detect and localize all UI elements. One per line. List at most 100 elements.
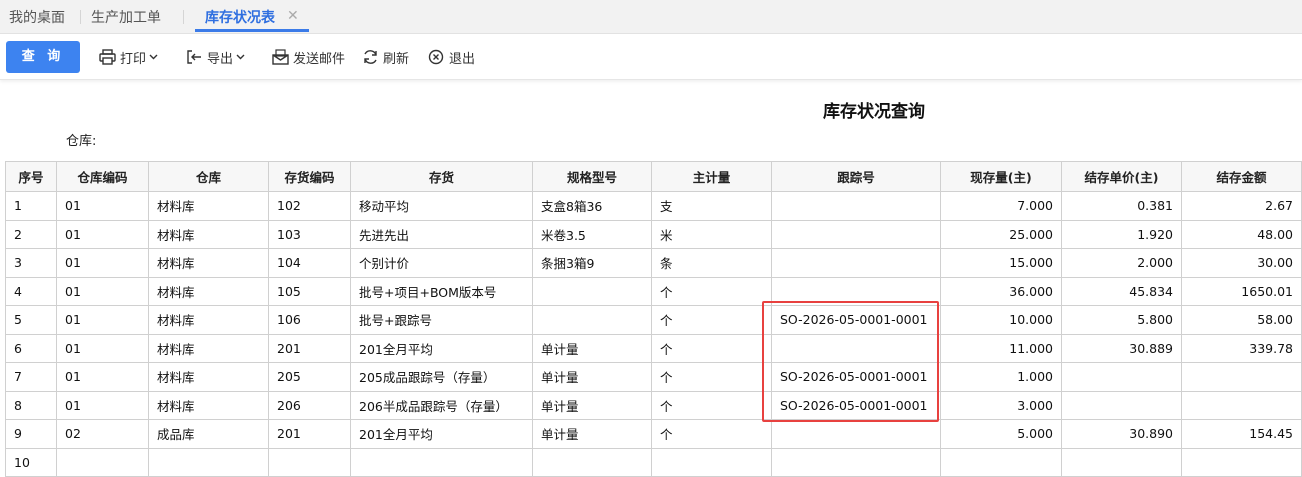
table-cell: 单计量 <box>532 390 652 420</box>
exit-button[interactable]: 退出 <box>428 46 475 68</box>
close-icon[interactable]: ✕ <box>287 8 299 24</box>
table-cell <box>771 248 941 278</box>
table-cell: 材料库 <box>148 248 269 278</box>
table-cell <box>532 305 652 335</box>
column-header[interactable]: 存货编码 <box>268 161 351 192</box>
query-button[interactable]: 查 询 <box>6 41 80 73</box>
table-row[interactable]: 9 02 成品库 201 201全月平均 单计量个 5.000 30.890 154.45 <box>5 419 1302 449</box>
column-header[interactable]: 序号 <box>5 161 57 192</box>
exit-label: 退出 <box>449 51 476 67</box>
refresh-button[interactable]: 刷新 <box>362 46 409 68</box>
print-button[interactable]: 打印 <box>99 46 162 68</box>
table-cell: 205成品跟踪号（存量） <box>350 362 533 392</box>
tab-production-order[interactable]: 生产加工单 <box>91 6 161 30</box>
tab-divider <box>80 10 81 24</box>
table-cell: 01 <box>56 362 149 392</box>
table-row[interactable]: 2 01 材料库 103 先进先出 米卷3.5 米 25.000 1.920 48.00 <box>5 219 1302 249</box>
export-button[interactable]: 导出 <box>186 46 249 68</box>
table-cell: 201全月平均 <box>350 419 533 449</box>
table-cell: 单计量 <box>532 419 652 449</box>
table-cell: 支盒8箱36 <box>532 191 652 221</box>
table-cell: 103 <box>268 219 351 249</box>
table-cell: 7.000 <box>940 191 1062 221</box>
active-tab-indicator <box>195 29 309 32</box>
table-cell: 205 <box>268 362 351 392</box>
table-cell: 201全月平均 <box>350 333 533 363</box>
table-cell <box>148 447 269 477</box>
table-row[interactable]: 6 01 材料库 201 201全月平均 单计量个 11.000 30.889 339.78 <box>5 333 1302 363</box>
table-cell: 2.67 <box>1181 191 1302 221</box>
table-cell <box>532 276 652 306</box>
table-cell: 材料库 <box>148 362 269 392</box>
chevron-down-icon <box>236 54 245 60</box>
table-cell: 材料库 <box>148 333 269 363</box>
column-header[interactable]: 仓库 <box>148 161 269 192</box>
table-row[interactable]: 5 01 材料库 106 批号+跟踪号个 SO-2026-05-0001-0001 10.0… <box>5 305 1302 335</box>
table-cell: 25.000 <box>940 219 1062 249</box>
table-cell <box>56 447 149 477</box>
tab-my-desktop[interactable]: 我的桌面 <box>9 6 65 30</box>
column-header[interactable]: 规格型号 <box>532 161 652 192</box>
tab-bar: 我的桌面 生产加工单 库存状况表 ✕ <box>0 0 1302 34</box>
warehouse-filter-label: 仓库: <box>66 134 97 149</box>
column-header[interactable]: 存货 <box>350 161 533 192</box>
table-cell: 条捆3箱9 <box>532 248 652 278</box>
table-cell: 36.000 <box>940 276 1062 306</box>
table-cell: 15.000 <box>940 248 1062 278</box>
table-cell: 5.800 <box>1061 305 1182 335</box>
chevron-down-icon <box>149 54 158 60</box>
close-circle-icon <box>428 49 444 65</box>
table-cell <box>1181 447 1302 477</box>
table-cell: 移动平均 <box>350 191 533 221</box>
table-cell: 01 <box>56 390 149 420</box>
table-row[interactable]: 1 01 材料库 102 移动平均 支盒8箱36 支 7.000 0.381 2.67 <box>5 191 1302 221</box>
table-cell: 01 <box>56 248 149 278</box>
table-cell: 米卷3.5 <box>532 219 652 249</box>
table-cell: 1.000 <box>940 362 1062 392</box>
table-cell: 米 <box>651 219 772 249</box>
table-cell: 30.00 <box>1181 248 1302 278</box>
table-row[interactable]: 8 01 材料库 206 206半成品跟踪号（存量） 单计量个 SO-2026-05-000… <box>5 390 1302 420</box>
table-cell <box>1061 447 1182 477</box>
table-cell: 先进先出 <box>350 219 533 249</box>
table-cell: 1650.01 <box>1181 276 1302 306</box>
tracking-number-highlight <box>762 301 939 422</box>
column-header[interactable]: 跟踪号 <box>771 161 941 192</box>
table-cell: 01 <box>56 276 149 306</box>
table-cell <box>350 447 533 477</box>
table-cell: 206半成品跟踪号（存量） <box>350 390 533 420</box>
table-cell: 154.45 <box>1181 419 1302 449</box>
send-email-label: 发送邮件 <box>293 51 346 67</box>
table-cell <box>940 447 1062 477</box>
table-cell: 104 <box>268 248 351 278</box>
column-header[interactable]: 现存量(主) <box>940 161 1062 192</box>
column-header[interactable]: 仓库编码 <box>56 161 149 192</box>
table-cell: 339.78 <box>1181 333 1302 363</box>
table-cell: 批号+跟踪号 <box>350 305 533 335</box>
table-cell <box>532 447 652 477</box>
table-cell: 支 <box>651 191 772 221</box>
table-cell <box>1181 390 1302 420</box>
tab-inventory-status[interactable]: 库存状况表 <box>205 6 275 30</box>
table-row[interactable]: 3 01 材料库 104 个别计价 条捆3箱9 条 15.000 2.000 30.00 <box>5 248 1302 278</box>
table-row[interactable]: 7 01 材料库 205 205成品跟踪号（存量） 单计量个 SO-2026-05-0001… <box>5 362 1302 392</box>
table-cell: 批号+项目+BOM版本号 <box>350 276 533 306</box>
table-row[interactable]: 10 <box>5 447 1302 477</box>
column-header[interactable]: 结存金额 <box>1181 161 1302 192</box>
table-row[interactable]: 4 01 材料库 105 批号+项目+BOM版本号 个 36.000 45.834 1650.0… <box>5 276 1302 306</box>
column-header[interactable]: 主计量 <box>651 161 772 192</box>
table-cell: 102 <box>268 191 351 221</box>
column-header[interactable]: 结存单价(主) <box>1061 161 1182 192</box>
table-cell: 01 <box>56 191 149 221</box>
table-cell <box>771 447 941 477</box>
table-cell: 10.000 <box>940 305 1062 335</box>
table-cell: 单计量 <box>532 333 652 363</box>
report-title: 库存状况查询 <box>823 102 925 122</box>
send-email-button[interactable]: 发送邮件 <box>272 46 345 68</box>
table-cell: 30.890 <box>1061 419 1182 449</box>
table-cell <box>268 447 351 477</box>
table-cell: 个 <box>651 276 772 306</box>
table-cell: 30.889 <box>1061 333 1182 363</box>
table-cell <box>771 419 941 449</box>
table-cell: 个 <box>651 362 772 392</box>
